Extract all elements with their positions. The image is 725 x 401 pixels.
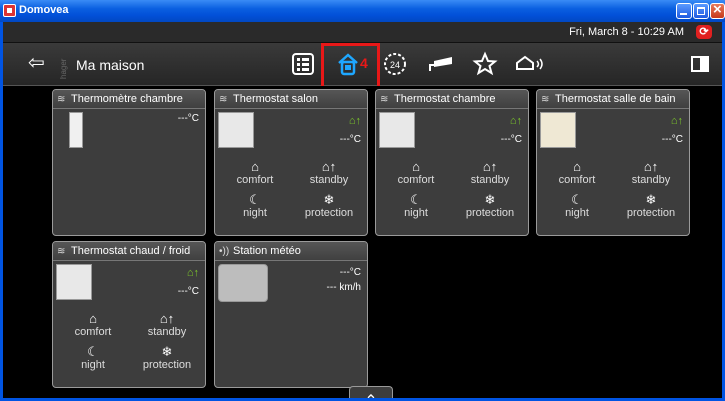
weather-station-image xyxy=(218,264,268,302)
comfort-icon: ⌂ xyxy=(573,159,581,174)
moon-icon: ☾ xyxy=(571,192,583,207)
card-header: ≋ Thermostat chambre xyxy=(376,90,528,109)
window-title: Domovea xyxy=(19,4,69,16)
mode-night[interactable]: ☾ night xyxy=(542,192,612,220)
standby-icon: ⌂↑ xyxy=(643,159,659,174)
card-header: •)) Station météo xyxy=(215,242,367,261)
card-title: Thermomètre chambre xyxy=(71,93,183,105)
device-card-thermostat-chaud-froid[interactable]: ≋ Thermostat chaud / froid ⌂↑ ---°C ⌂ comf… xyxy=(52,241,206,388)
heating-icon: ≋ xyxy=(57,246,66,257)
toolbar: ⇦ hager Ma maison 24 4 xyxy=(3,43,722,98)
card-header: ≋ Thermomètre chambre xyxy=(53,90,205,109)
card-title: Station météo xyxy=(233,245,301,257)
heating-icon: ≋ xyxy=(380,94,389,105)
temperature-value: ---°C xyxy=(339,267,361,278)
mode-protection[interactable]: ❄ protection xyxy=(294,192,364,220)
signal-icon: •)) xyxy=(219,246,230,257)
thermometer-image xyxy=(69,112,83,148)
standby-mode-indicator-icon: ⌂↑ xyxy=(186,267,199,279)
annotation-number: 4 xyxy=(360,55,368,71)
moon-icon: ☾ xyxy=(87,344,99,359)
standby-mode-indicator-icon: ⌂↑ xyxy=(348,115,361,127)
heating-icon: ≋ xyxy=(57,94,66,105)
device-card-station-meteo[interactable]: •)) Station météo ---°C --- km/h xyxy=(214,241,368,388)
device-card-thermostat-salle-de-bain[interactable]: ≋ Thermostat salle de bain ⌂↑ ---°C ⌂ comf… xyxy=(536,89,690,236)
back-arrow-icon[interactable]: ⇦ xyxy=(28,53,48,73)
house-title: Ma maison xyxy=(76,57,145,73)
temperature-value: ---°C xyxy=(500,134,522,145)
card-header: ≋ Thermostat salon xyxy=(215,90,367,109)
comfort-icon: ⌂ xyxy=(89,311,97,326)
app-icon xyxy=(3,4,16,17)
thermostat-dial-image xyxy=(540,112,576,148)
heating-icon: ≋ xyxy=(541,94,550,105)
thermostat-image xyxy=(218,112,254,148)
snowflake-icon: ❄ xyxy=(323,192,335,207)
mode-comfort[interactable]: ⌂ comfort xyxy=(58,311,128,339)
comfort-icon: ⌂ xyxy=(251,159,259,174)
standby-icon: ⌂↑ xyxy=(321,159,337,174)
temperature-value: ---°C xyxy=(661,134,683,145)
minimize-button[interactable] xyxy=(676,3,692,19)
device-grid: ≋ Thermomètre chambre ---°C ≋ Thermostat s… xyxy=(3,86,722,398)
thermostat-image xyxy=(56,264,92,300)
mode-protection[interactable]: ❄ protection xyxy=(616,192,686,220)
device-card-thermostat-salon[interactable]: ≋ Thermostat salon ⌂↑ ---°C ⌂ comfort ⌂↑ st… xyxy=(214,89,368,236)
close-button[interactable] xyxy=(710,1,725,19)
mode-comfort[interactable]: ⌂ comfort xyxy=(220,159,290,187)
moon-icon: ☾ xyxy=(249,192,261,207)
mode-night[interactable]: ☾ night xyxy=(220,192,290,220)
mode-standby[interactable]: ⌂↑ standby xyxy=(616,159,686,187)
mode-standby[interactable]: ⌂↑ standby xyxy=(294,159,364,187)
comfort-icon: ⌂ xyxy=(412,159,420,174)
moon-icon: ☾ xyxy=(410,192,422,207)
24h-timer-icon[interactable]: 24 xyxy=(382,51,408,77)
device-card-thermometre-chambre[interactable]: ≋ Thermomètre chambre ---°C xyxy=(52,89,206,236)
mode-comfort[interactable]: ⌂ comfort xyxy=(381,159,451,187)
device-card-thermostat-chambre[interactable]: ≋ Thermostat chambre ⌂↑ ---°C ⌂ comfort ⌂↑… xyxy=(375,89,529,236)
standby-icon: ⌂↑ xyxy=(159,311,175,326)
title-bar: Domovea xyxy=(0,0,725,22)
maximize-button[interactable] xyxy=(693,3,709,19)
card-title: Thermostat salle de bain xyxy=(555,93,676,105)
snowflake-icon: ❄ xyxy=(645,192,657,207)
card-title: Thermostat chaud / froid xyxy=(71,245,191,257)
mode-comfort[interactable]: ⌂ comfort xyxy=(542,159,612,187)
card-header: ≋ Thermostat chaud / froid xyxy=(53,242,205,261)
mode-night[interactable]: ☾ night xyxy=(381,192,451,220)
app-window: Domovea Fri, March 8 - 10:29 AM ⟳ ⇦ hage… xyxy=(0,0,725,401)
datetime-label: Fri, March 8 - 10:29 AM xyxy=(569,26,684,38)
thermostat-image xyxy=(379,112,415,148)
wind-speed-value: --- km/h xyxy=(326,282,361,293)
standby-mode-indicator-icon: ⌂↑ xyxy=(670,115,683,127)
temperature-value: ---°C xyxy=(339,134,361,145)
mode-protection[interactable]: ❄ protection xyxy=(132,344,202,372)
list-view-icon[interactable] xyxy=(290,51,316,77)
exit-icon[interactable] xyxy=(687,51,713,77)
svg-text:24: 24 xyxy=(390,60,400,70)
app-content: Fri, March 8 - 10:29 AM ⟳ ⇦ hager Ma mai… xyxy=(3,22,722,398)
hager-logo: hager xyxy=(59,58,68,79)
star-icon[interactable] xyxy=(472,51,498,77)
camera-icon[interactable] xyxy=(426,51,452,77)
temperature-value: ---°C xyxy=(177,113,199,124)
snowflake-icon: ❄ xyxy=(161,344,173,359)
mode-standby[interactable]: ⌂↑ standby xyxy=(132,311,202,339)
card-header: ≋ Thermostat salle de bain xyxy=(537,90,689,109)
heating-icon: ≋ xyxy=(219,94,228,105)
mode-standby[interactable]: ⌂↑ standby xyxy=(455,159,525,187)
card-title: Thermostat salon xyxy=(233,93,318,105)
standby-mode-indicator-icon: ⌂↑ xyxy=(509,115,522,127)
standby-icon: ⌂↑ xyxy=(482,159,498,174)
status-bar: Fri, March 8 - 10:29 AM ⟳ xyxy=(3,22,722,43)
card-title: Thermostat chambre xyxy=(394,93,496,105)
scroll-up-button[interactable]: ⌃ xyxy=(349,386,393,398)
temperature-value: ---°C xyxy=(177,286,199,297)
mode-protection[interactable]: ❄ protection xyxy=(455,192,525,220)
house-signal-icon[interactable] xyxy=(514,51,548,77)
sync-icon[interactable]: ⟳ xyxy=(696,25,712,39)
mode-night[interactable]: ☾ night xyxy=(58,344,128,372)
snowflake-icon: ❄ xyxy=(484,192,496,207)
